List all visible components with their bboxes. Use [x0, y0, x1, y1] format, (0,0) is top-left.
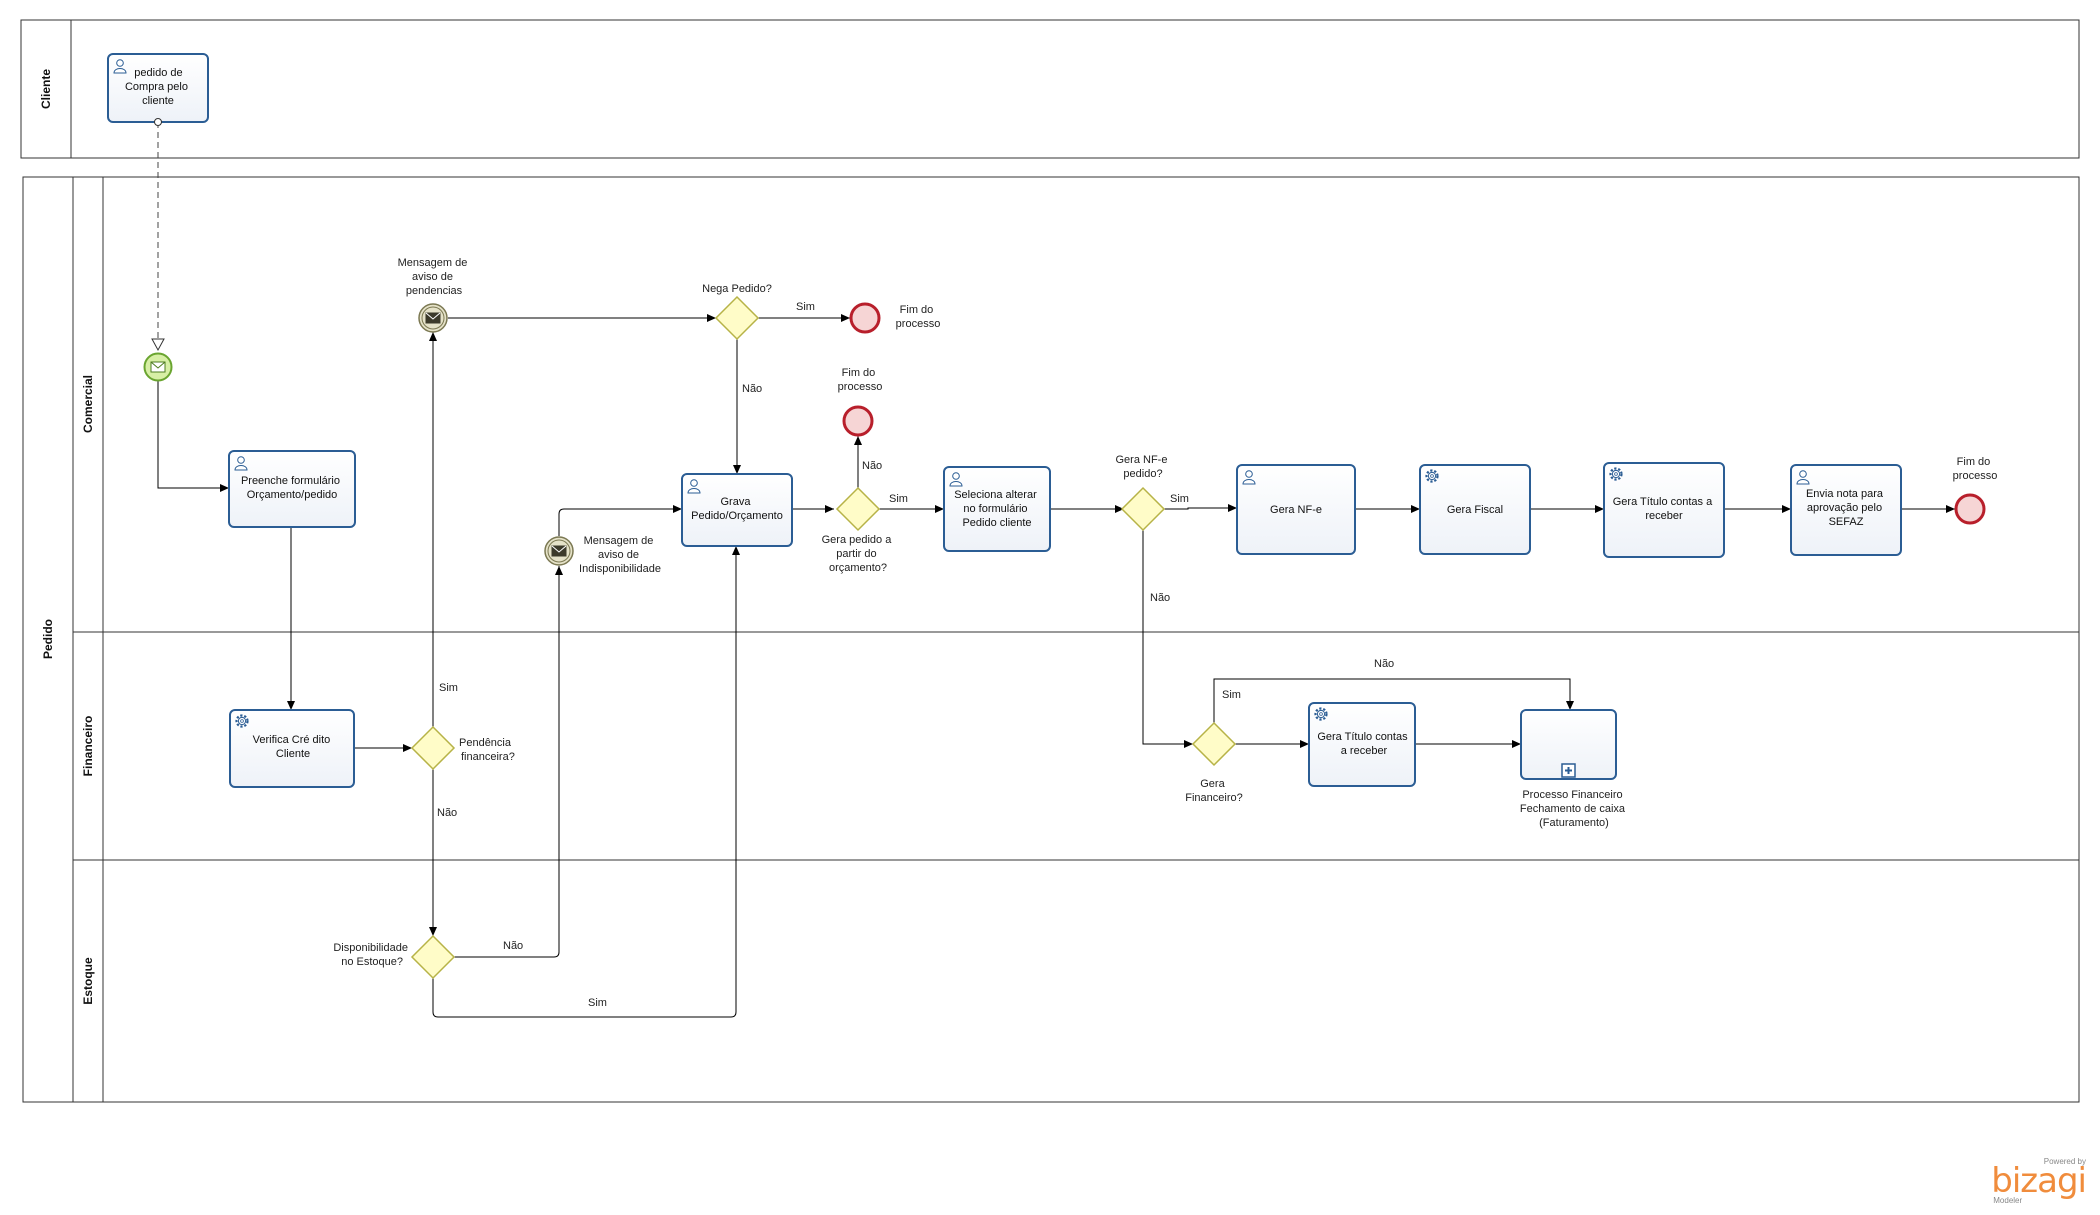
- event-label-line: Fim do: [900, 304, 934, 316]
- pool-pedido: Pedido Comercial Financeiro Estoque: [22, 176, 2080, 1103]
- task-verifica-credito[interactable]: Verifica Cré dito Cliente: [229, 709, 355, 788]
- task-label-line: Compra pelo: [125, 81, 188, 93]
- task-label-line: no formulário: [963, 503, 1027, 515]
- task-label-line: aprovação pelo: [1807, 502, 1882, 514]
- gateway-label-line: Gera: [1200, 778, 1225, 790]
- expand-subprocess-icon[interactable]: [1561, 763, 1576, 778]
- svg-text:Seleciona alterar no fo: Seleciona alterar no formulário Pedido c…: [954, 489, 1040, 529]
- label-sim-disp: Sim: [588, 997, 607, 1009]
- label-nao-disp: Não: [503, 940, 523, 952]
- process-diagram: Cliente Pedido Comercial Financeiro Esto…: [20, 19, 2080, 1103]
- task-label-line: Gera Fiscal: [1447, 504, 1503, 516]
- gateway-label-line: Pendência: [459, 737, 512, 749]
- event-label-line: processo: [838, 381, 883, 393]
- event-label-line: Mensagem de: [398, 257, 468, 269]
- task-envia-nota[interactable]: Envia nota para aprovação pelo SEFAZ: [1790, 464, 1902, 556]
- envelope-icon: [150, 361, 166, 373]
- task-label-line: a receber: [1341, 745, 1388, 757]
- pool-label-cliente: Cliente: [39, 69, 53, 109]
- task-label-line: receber: [1645, 510, 1683, 522]
- subprocess-label-line: (Faturamento): [1539, 817, 1609, 829]
- task-label-line: Gera Título contas a: [1613, 496, 1713, 508]
- task-label-line: Seleciona alterar: [954, 489, 1037, 501]
- start-event-message[interactable]: [143, 352, 173, 382]
- gateway-label-line: financeira?: [461, 751, 515, 763]
- gateway-label-line: Gera NF-e: [1115, 454, 1167, 466]
- label-sim-gera: Sim: [889, 493, 908, 505]
- svg-text:Gera Fiscal: Gera Fiscal: [1447, 504, 1503, 516]
- gateway-label-line: no Estoque?: [341, 956, 403, 968]
- gateway-label-line: Gera pedido a: [822, 534, 893, 546]
- label-nao-gera: Não: [862, 460, 882, 472]
- lane-label-estoque: Estoque: [81, 957, 95, 1005]
- event-label-line: aviso de: [598, 549, 639, 561]
- message-source-dot: [154, 118, 162, 126]
- subprocess-label-line: Processo Financeiro: [1522, 789, 1622, 801]
- svg-text:Gera NF-e: Gera NF-e: [1270, 504, 1322, 516]
- label-nao-pendencia: Não: [437, 807, 457, 819]
- subprocess-processo-financeiro[interactable]: Processo Financeiro Fechamento de caixa …: [1520, 709, 1628, 829]
- envelope-icon: [425, 312, 441, 324]
- task-seleciona-alterar[interactable]: Seleciona alterar no formulário Pedido c…: [943, 466, 1051, 552]
- bizagi-watermark: Powered by bizagi Modeler: [1991, 1157, 2087, 1205]
- task-label-line: pedido de: [134, 67, 182, 79]
- label-nao-nfe: Não: [1150, 592, 1170, 604]
- task-label-line: Pedido/Orçamento: [691, 510, 783, 522]
- event-label-line: processo: [896, 318, 941, 330]
- lane-label-financeiro: Financeiro: [81, 716, 95, 777]
- task-label-line: Envia nota para: [1806, 488, 1884, 500]
- task-label-line: Preenche formulário: [241, 475, 340, 487]
- gateway-label-line: Disponibilidade: [333, 942, 408, 954]
- label-nao-nega: Não: [742, 383, 762, 395]
- task-label-line: Verifica Cré dito: [253, 734, 331, 746]
- envelope-icon: [551, 545, 567, 557]
- task-preenche-formulario[interactable]: Preenche formulário Orçamento/pedido: [228, 450, 356, 528]
- label-sim-nfe: Sim: [1170, 493, 1189, 505]
- event-label-line: Mensagem de: [584, 535, 654, 547]
- task-gera-titulo-2[interactable]: Gera Título contas a receber: [1308, 702, 1416, 787]
- event-label-line: processo: [1953, 470, 1998, 482]
- bizagi-logo: bizagi: [1991, 1161, 2087, 1201]
- svg-text:Nega Pedido?: Nega Pedido?: [702, 283, 772, 295]
- task-label-line: Cliente: [276, 748, 310, 760]
- gateway-label-line: orçamento?: [829, 562, 887, 574]
- label-nao-fin: Não: [1374, 658, 1394, 670]
- label-sim-nega: Sim: [796, 301, 815, 313]
- task-label-line: Pedido cliente: [962, 517, 1031, 529]
- gateway-label-line: Nega Pedido?: [702, 283, 772, 295]
- subprocess-label-line: Fechamento de caixa: [1520, 803, 1626, 815]
- task-pedido-compra[interactable]: pedido de Compra pelo cliente: [107, 53, 209, 123]
- task-label-line: cliente: [142, 95, 174, 107]
- pool-cliente: Cliente: [20, 19, 2080, 159]
- event-label-line: pendencias: [406, 285, 463, 297]
- lane-label-comercial: Comercial: [81, 375, 95, 433]
- event-label-line: Indisponibilidade: [579, 563, 661, 575]
- pool-label-pedido: Pedido: [41, 619, 55, 659]
- task-gera-titulo-1[interactable]: Gera Título contas a receber: [1603, 462, 1725, 558]
- gateway-label-line: pedido?: [1123, 468, 1162, 480]
- event-label-line: Fim do: [1957, 456, 1991, 468]
- task-label-line: SEFAZ: [1829, 516, 1864, 528]
- gateway-label-line: Financeiro?: [1185, 792, 1242, 804]
- task-grava-pedido[interactable]: Grava Pedido/Orçamento: [681, 473, 793, 547]
- task-label-line: Gera NF-e: [1270, 504, 1322, 516]
- gateway-label-line: partir do: [836, 548, 876, 560]
- task-label-line: Gera Título contas: [1317, 731, 1408, 743]
- task-label-line: Orçamento/pedido: [247, 489, 338, 501]
- event-label-line: aviso de: [412, 271, 453, 283]
- task-label-line: Grava: [720, 496, 751, 508]
- task-gera-fiscal[interactable]: Gera Fiscal: [1419, 464, 1531, 555]
- label-sim-fin: Sim: [1222, 689, 1241, 701]
- task-gera-nfe[interactable]: Gera NF-e: [1236, 464, 1356, 555]
- label-sim-pendencia: Sim: [439, 682, 458, 694]
- event-label-line: Fim do: [842, 367, 876, 379]
